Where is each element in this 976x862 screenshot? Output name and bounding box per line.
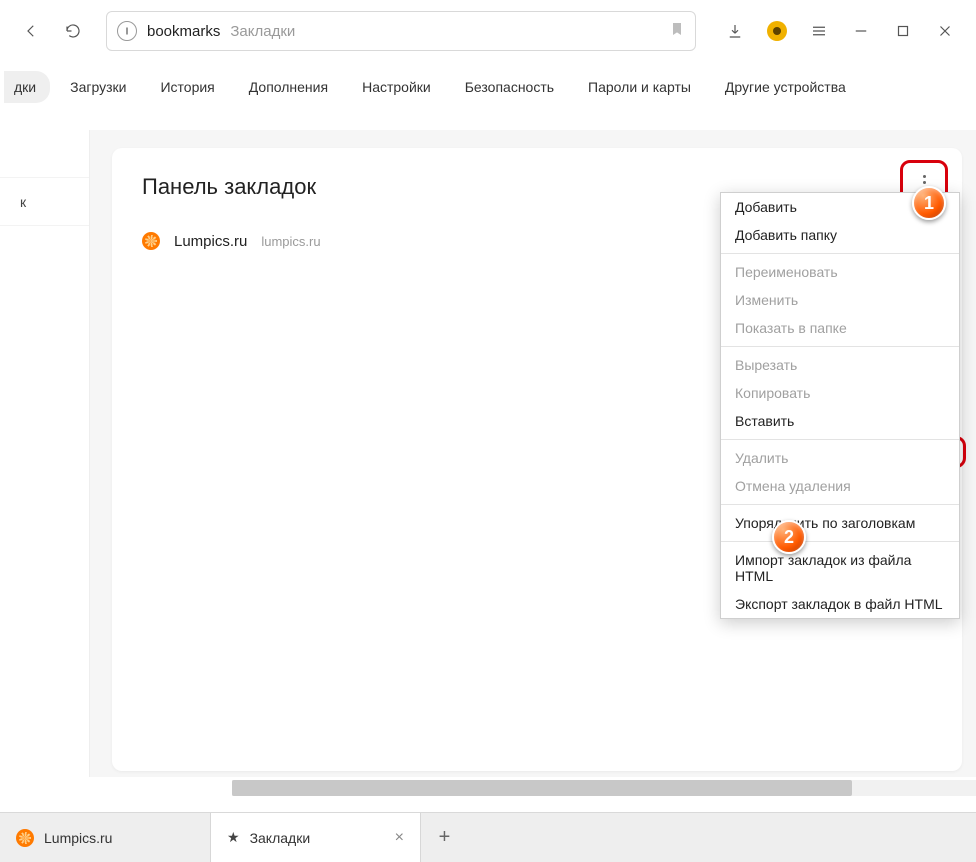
menu-item[interactable]: Вставить: [721, 407, 959, 435]
menu-item: Изменить: [721, 286, 959, 314]
star-icon: ★: [227, 829, 240, 846]
context-menu: ДобавитьДобавить папкуПереименоватьИзмен…: [720, 192, 960, 619]
back-button[interactable]: [12, 12, 50, 50]
url-scheme: bookmarks: [147, 23, 220, 40]
subnav-tab-addons[interactable]: Дополнения: [235, 71, 342, 103]
menu-item: Отмена удаления: [721, 472, 959, 500]
menu-item: Удалить: [721, 444, 959, 472]
subnav-tab-devices[interactable]: Другие устройства: [711, 71, 860, 103]
menu-item[interactable]: Добавить папку: [721, 221, 959, 249]
menu-item: Переименовать: [721, 258, 959, 286]
tab-title: Закладки: [250, 830, 311, 846]
subnav-tab-settings[interactable]: Настройки: [348, 71, 445, 103]
toolbar-right: [716, 12, 964, 50]
subnav-tab-downloads[interactable]: Загрузки: [56, 71, 140, 103]
bookmark-page-icon[interactable]: [669, 21, 685, 42]
window-minimize-button[interactable]: [842, 12, 880, 50]
sidebar-item[interactable]: [0, 130, 89, 178]
tab-strip: Lumpics.ru ★ Закладки × +: [0, 812, 976, 862]
tab-bookmarks[interactable]: ★ Закладки ×: [210, 813, 420, 862]
tab-favicon-lumpics: [16, 829, 34, 847]
bookmarks-sidebar: к: [0, 130, 90, 777]
site-identity-icon: [117, 21, 137, 41]
subnav-tab-bookmarks[interactable]: дки: [4, 71, 50, 103]
tab-close-button[interactable]: ×: [395, 830, 404, 846]
url-title: Закладки: [230, 23, 295, 40]
browser-toolbar: bookmarks Закладки: [0, 0, 976, 62]
bookmark-favicon: [142, 232, 160, 250]
menu-item[interactable]: Импорт закладок из файла HTML: [721, 546, 959, 590]
address-bar[interactable]: bookmarks Закладки: [106, 11, 696, 51]
sidebar-item[interactable]: к: [0, 178, 89, 226]
menu-button[interactable]: [800, 12, 838, 50]
horizontal-scrollbar[interactable]: [232, 780, 976, 796]
scrollbar-thumb[interactable]: [232, 780, 852, 796]
menu-item: Вырезать: [721, 351, 959, 379]
menu-item: Показать в папке: [721, 314, 959, 342]
bookmark-host: lumpics.ru: [261, 234, 320, 249]
subnav-tab-passwords[interactable]: Пароли и карты: [574, 71, 705, 103]
window-maximize-button[interactable]: [884, 12, 922, 50]
tab-title: Lumpics.ru: [44, 830, 112, 846]
menu-item: Копировать: [721, 379, 959, 407]
tab-lumpics[interactable]: Lumpics.ru: [0, 813, 210, 862]
new-tab-button[interactable]: +: [420, 813, 468, 862]
menu-item[interactable]: Упорядочить по заголовкам: [721, 509, 959, 537]
annotation-marker-1: 1: [912, 186, 946, 220]
subnav-tab-history[interactable]: История: [146, 71, 228, 103]
subnav-tab-security[interactable]: Безопасность: [451, 71, 568, 103]
downloads-button[interactable]: [716, 12, 754, 50]
menu-item[interactable]: Экспорт закладок в файл HTML: [721, 590, 959, 618]
annotation-marker-2: 2: [772, 520, 806, 554]
window-close-button[interactable]: [926, 12, 964, 50]
settings-subnav: дки Загрузки История Дополнения Настройк…: [0, 62, 976, 112]
bookmark-name: Lumpics.ru: [174, 233, 247, 250]
extension-button[interactable]: [758, 12, 796, 50]
reload-button[interactable]: [54, 12, 92, 50]
